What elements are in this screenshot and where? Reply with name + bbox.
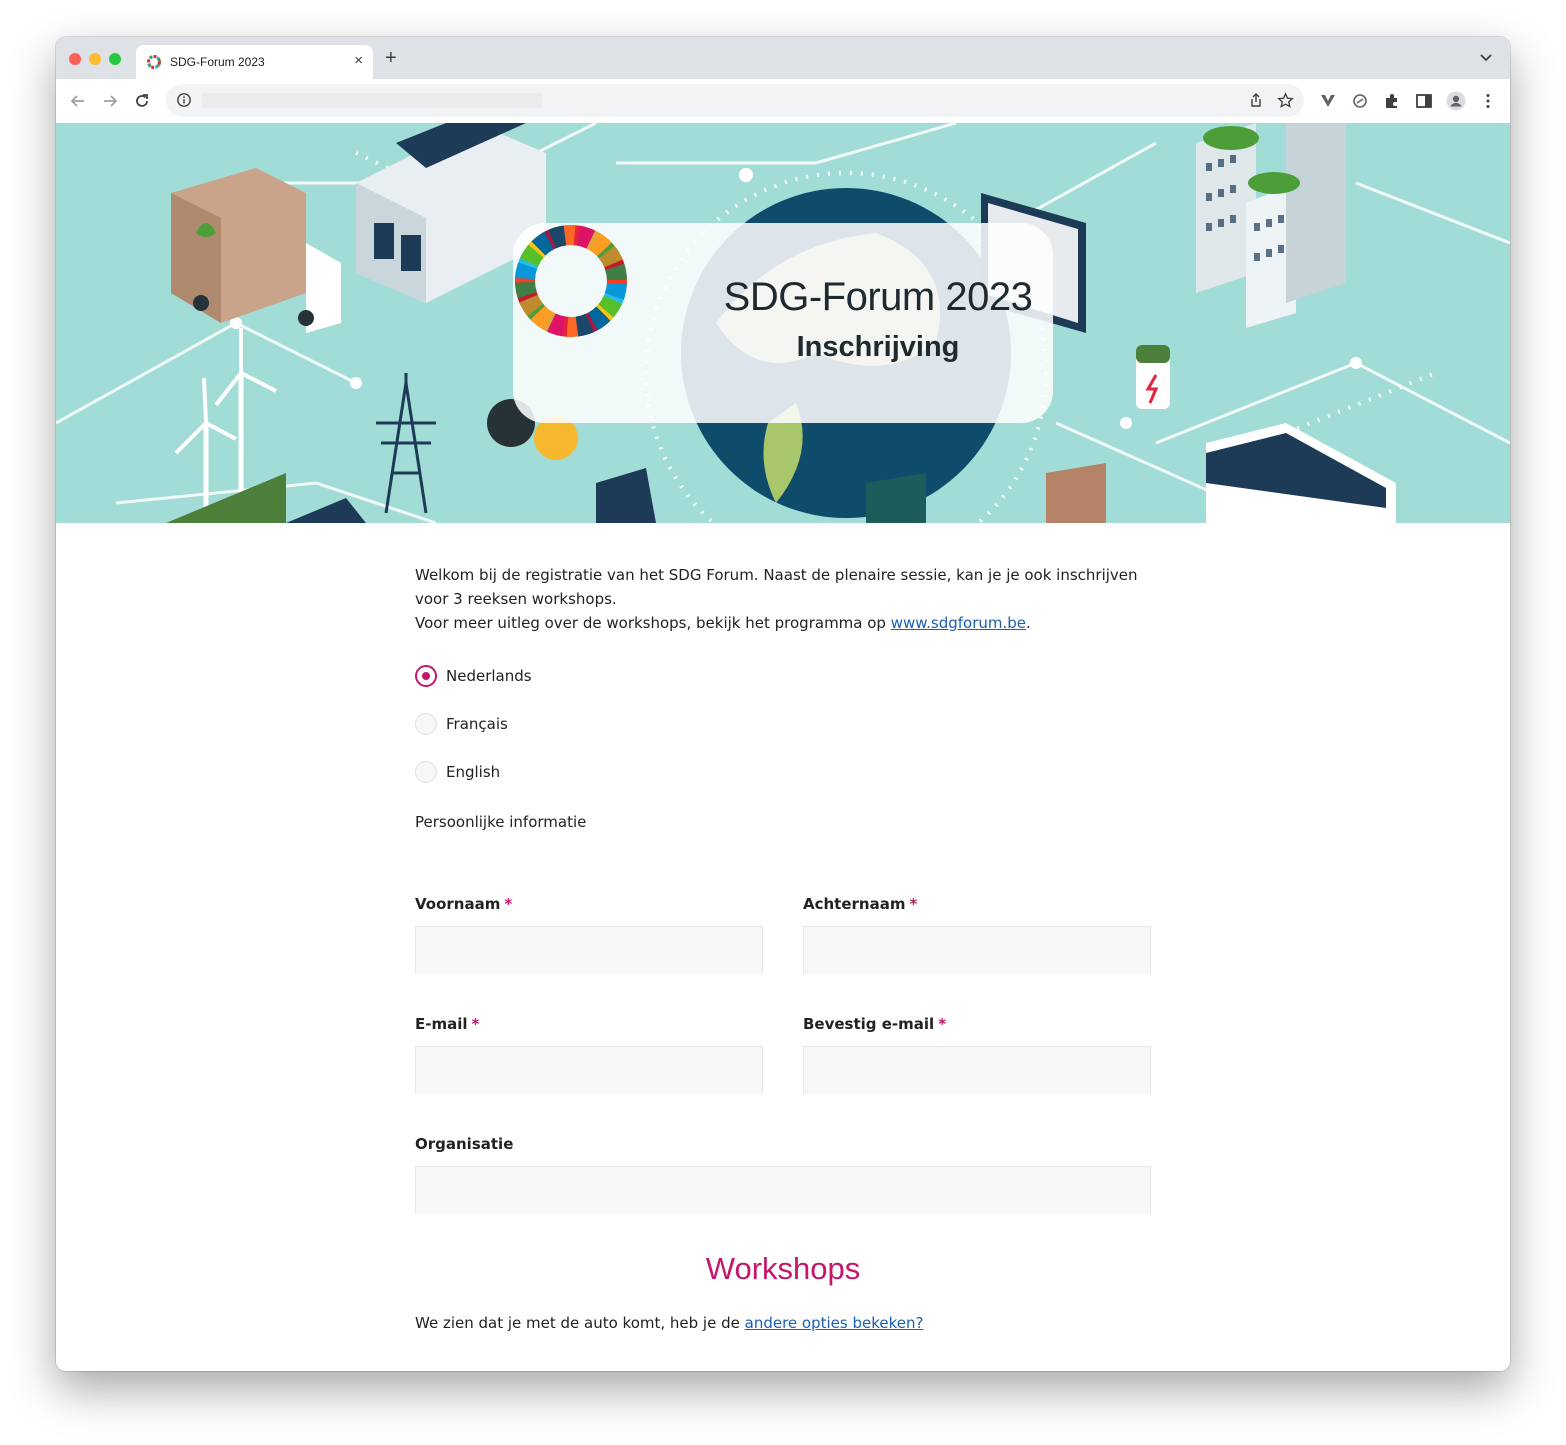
address-bar[interactable] [166, 84, 1304, 117]
registration-form: Welkom bij de registratie van het SDG Fo… [415, 563, 1151, 1332]
confirm-email-label-text: Bevestig e-mail [803, 1015, 935, 1033]
bookmark-star-icon[interactable] [1277, 92, 1294, 109]
organisation-input[interactable] [415, 1166, 1151, 1214]
radio-en[interactable] [415, 761, 437, 783]
language-option-nl[interactable]: Nederlands [415, 664, 532, 688]
kebab-menu-icon[interactable] [1478, 91, 1498, 111]
share-icon[interactable] [1248, 92, 1264, 108]
first-name-label-text: Voornaam [415, 895, 501, 913]
puzzle-icon[interactable] [1382, 91, 1402, 111]
intro-line-2: Voor meer uitleg over de workshops, beki… [415, 611, 1151, 635]
intro-line-2-prefix: Voor meer uitleg over de workshops, beki… [415, 614, 891, 632]
confirm-email-label: Bevestig e-mail * [803, 1015, 946, 1033]
sdg-favicon-icon [147, 55, 161, 69]
language-option-en[interactable]: English [415, 760, 500, 784]
browser-window: SDG-Forum 2023 × + SDG-Forum 2023 Inschr… [56, 37, 1510, 1371]
email-label: E-mail * [415, 1015, 479, 1033]
sdg-wheel-logo [515, 225, 627, 337]
confirm-email-input[interactable] [803, 1046, 1151, 1094]
browser-tab[interactable]: SDG-Forum 2023 × [136, 45, 373, 79]
extension-icon[interactable] [1350, 91, 1370, 111]
email-input[interactable] [415, 1046, 763, 1094]
forward-arrow-icon[interactable] [100, 91, 120, 111]
intro-line-2-suffix: . [1026, 614, 1031, 632]
workshops-note-prefix: We zien dat je met de auto komt, heb je … [415, 1314, 745, 1332]
language-label-fr: Français [446, 715, 508, 733]
sdgforum-link[interactable]: www.sdgforum.be [891, 614, 1026, 632]
language-label-en: English [446, 763, 501, 781]
last-name-input[interactable] [803, 926, 1151, 974]
browser-toolbar [56, 79, 1510, 124]
required-marker: * [938, 1015, 947, 1033]
event-subtitle: Inschrijving [796, 331, 960, 363]
first-name-input[interactable] [415, 926, 763, 974]
intro-line-1: Welkom bij de registratie van het SDG Fo… [415, 566, 1138, 608]
vimeo-extension-icon[interactable] [1318, 91, 1338, 111]
reload-icon[interactable] [132, 91, 152, 111]
last-name-label-text: Achternaam [803, 895, 906, 913]
chevron-down-icon[interactable] [1478, 49, 1494, 65]
hero-banner: SDG-Forum 2023 Inschrijving [56, 123, 1510, 523]
url-text-blurred [202, 93, 542, 108]
back-arrow-icon[interactable] [68, 91, 88, 111]
tab-title: SDG-Forum 2023 [170, 55, 265, 69]
language-option-fr[interactable]: Français [415, 712, 508, 736]
organisation-label: Organisatie [415, 1135, 514, 1153]
profile-avatar-icon[interactable] [1446, 91, 1466, 111]
workshops-heading: Workshops [705, 1251, 861, 1286]
close-window-button[interactable] [69, 53, 81, 65]
side-panel-icon[interactable] [1414, 91, 1434, 111]
maximize-window-button[interactable] [109, 53, 121, 65]
new-tab-button[interactable]: + [385, 48, 397, 68]
first-name-label: Voornaam * [415, 895, 512, 913]
radio-nl[interactable] [415, 665, 437, 687]
required-marker: * [471, 1015, 480, 1033]
language-label-nl: Nederlands [446, 667, 532, 685]
required-marker: * [504, 895, 513, 913]
minimize-window-button[interactable] [89, 53, 101, 65]
info-icon[interactable] [176, 92, 192, 108]
other-options-link[interactable]: andere opties bekeken? [745, 1314, 924, 1332]
last-name-label: Achternaam * [803, 895, 917, 913]
personal-info-heading: Persoonlijke informatie [415, 813, 587, 831]
required-marker: * [909, 895, 918, 913]
hero-card: SDG-Forum 2023 Inschrijving [513, 223, 1053, 423]
email-label-text: E-mail [415, 1015, 468, 1033]
tab-close-icon[interactable]: × [354, 52, 363, 70]
web-page: SDG-Forum 2023 Inschrijving Welkom bij d… [56, 123, 1510, 1371]
tab-strip: SDG-Forum 2023 × + [56, 37, 1510, 79]
event-title: SDG-Forum 2023 [723, 275, 1033, 319]
workshops-note: We zien dat je met de auto komt, heb je … [415, 1314, 923, 1332]
intro-text: Welkom bij de registratie van het SDG Fo… [415, 563, 1151, 635]
radio-fr[interactable] [415, 713, 437, 735]
